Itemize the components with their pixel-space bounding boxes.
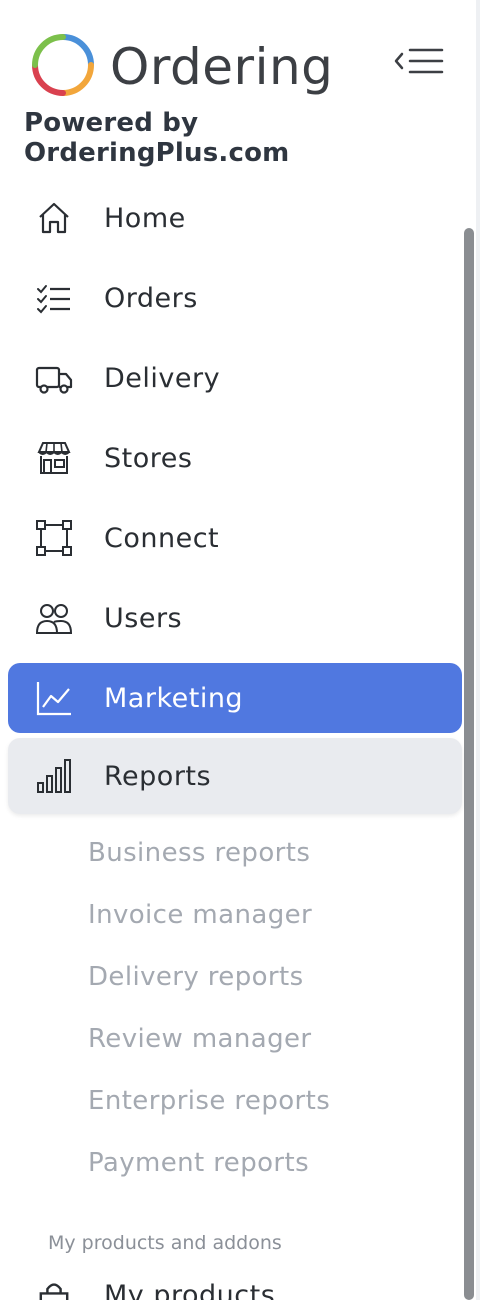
nav-item-home[interactable]: Home xyxy=(8,178,462,258)
sidebar: Ordering Powered by OrderingPlus.com Hom… xyxy=(0,0,480,1300)
submenu-item-enterprise-reports[interactable]: Enterprise reports xyxy=(0,1070,470,1132)
submenu-item-invoice-manager[interactable]: Invoice manager xyxy=(0,884,470,946)
collapse-sidebar-button[interactable] xyxy=(390,42,450,82)
nav-label: Marketing xyxy=(104,682,244,714)
main-nav: Home Orders Delivery Stores Connect User… xyxy=(0,178,470,1194)
nav-label: Stores xyxy=(104,442,193,474)
store-icon xyxy=(32,437,76,479)
logo-text: Ordering xyxy=(110,38,334,96)
nav-item-stores[interactable]: Stores xyxy=(8,418,462,498)
connect-icon xyxy=(32,517,76,559)
nav-label: My products xyxy=(104,1280,276,1300)
nav-item-delivery[interactable]: Delivery xyxy=(8,338,462,418)
nav-label: Reports xyxy=(104,760,212,792)
logo-row: Ordering xyxy=(30,30,450,100)
nav-label: Connect xyxy=(104,522,220,554)
collapse-menu-icon xyxy=(394,48,444,74)
submenu-item-payment-reports[interactable]: Payment reports xyxy=(0,1132,470,1194)
bar-chart-icon xyxy=(32,755,76,797)
nav-item-users[interactable]: Users xyxy=(8,578,462,658)
nav-item-marketing[interactable]: Marketing xyxy=(8,663,462,733)
nav-label: Users xyxy=(104,602,183,634)
users-icon xyxy=(32,597,76,639)
nav-item-my-products[interactable]: My products xyxy=(8,1270,470,1300)
orders-list-icon xyxy=(32,277,76,319)
nav-label: Home xyxy=(104,202,186,234)
nav-item-connect[interactable]: Connect xyxy=(8,498,462,578)
section-label-products: My products and addons xyxy=(48,1232,282,1254)
home-icon xyxy=(32,197,76,239)
nav-label: Orders xyxy=(104,282,198,314)
sidebar-border xyxy=(476,0,480,1300)
submenu-item-review-manager[interactable]: Review manager xyxy=(0,1008,470,1070)
nav-item-reports[interactable]: Reports xyxy=(8,738,462,814)
line-chart-icon xyxy=(32,677,76,719)
reports-submenu: Business reports Invoice manager Deliver… xyxy=(0,822,470,1194)
ordering-logo-icon xyxy=(32,34,94,96)
submenu-item-business-reports[interactable]: Business reports xyxy=(0,822,470,884)
truck-icon xyxy=(32,357,76,399)
powered-by-text: Powered by OrderingPlus.com xyxy=(24,108,290,168)
nav-label: Delivery xyxy=(104,362,221,394)
nav-item-orders[interactable]: Orders xyxy=(8,258,462,338)
shopping-bag-icon xyxy=(32,1278,76,1300)
submenu-item-delivery-reports[interactable]: Delivery reports xyxy=(0,946,470,1008)
